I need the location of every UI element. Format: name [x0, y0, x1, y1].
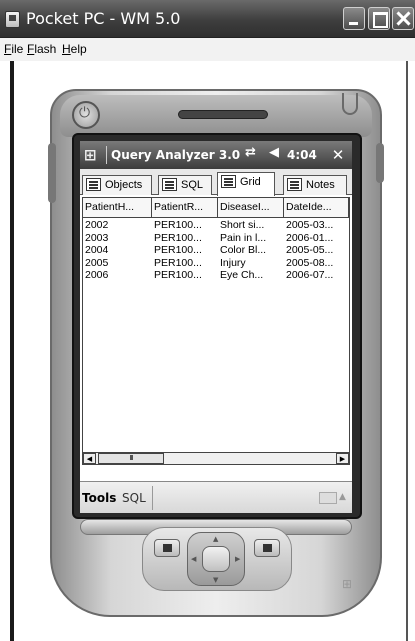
emulator-titlebar: Pocket PC - WM 5.0 — [0, 0, 415, 38]
menu-help[interactable]: Help — [62, 42, 87, 56]
dpad[interactable]: ▲ ▼ ◀ ▶ — [187, 532, 245, 586]
right-arrow-icon[interactable]: ▶ — [235, 555, 240, 563]
hardware-controls: ▲ ▼ ◀ ▶ ⊞ — [50, 89, 382, 617]
window-title: Pocket PC - WM 5.0 — [26, 9, 181, 28]
maximize-button[interactable] — [368, 7, 390, 30]
window-frame-right — [406, 61, 408, 641]
window-frame-left — [10, 61, 14, 641]
contacts-icon — [263, 544, 272, 552]
emulator-menubar: File Flash Help — [0, 38, 415, 61]
left-arrow-icon[interactable]: ◀ — [191, 555, 196, 563]
menu-file[interactable]: File — [4, 42, 23, 56]
calendar-button[interactable] — [154, 539, 180, 557]
emulator-app-icon — [5, 11, 20, 28]
minimize-button[interactable] — [343, 7, 365, 30]
up-arrow-icon[interactable]: ▲ — [213, 535, 218, 543]
contacts-button[interactable] — [254, 539, 280, 557]
down-arrow-icon[interactable]: ▼ — [213, 576, 218, 584]
close-button[interactable] — [392, 7, 414, 30]
menu-flash[interactable]: Flash — [27, 42, 56, 56]
calendar-icon — [163, 544, 172, 552]
dpad-center-button[interactable] — [202, 546, 230, 572]
windows-logo-icon: ⊞ — [342, 577, 353, 591]
